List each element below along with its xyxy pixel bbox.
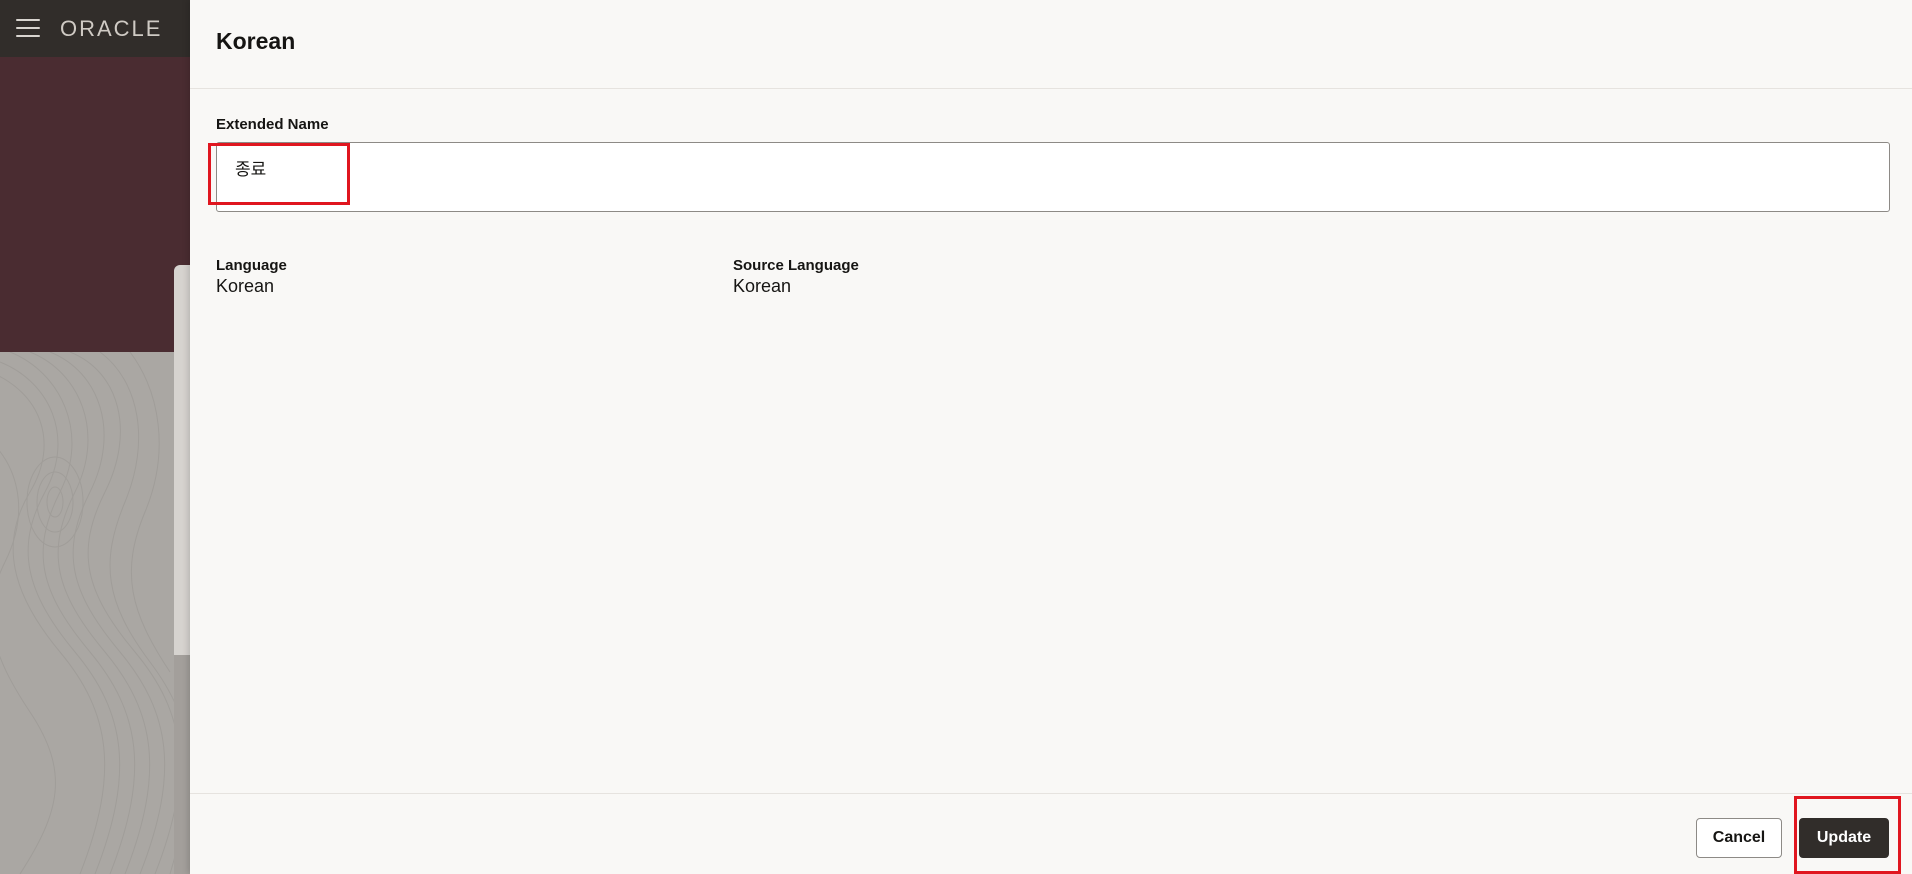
edit-translation-drawer: Korean Extended Name 종료 Language Korean … [190, 0, 1912, 874]
extended-name-input[interactable]: 종료 [216, 142, 1890, 212]
background-banner [0, 57, 190, 352]
background-card [174, 265, 190, 655]
source-language-value: Korean [733, 276, 792, 296]
drawer-footer: Cancel Update [190, 793, 1912, 874]
background-texture [0, 352, 190, 874]
extended-name-label: Extended Name [216, 116, 329, 133]
drawer-title: Korean [216, 28, 296, 54]
language-label: Language [216, 257, 287, 274]
drawer-header: Korean [190, 0, 1912, 89]
hamburger-menu-icon[interactable] [16, 19, 40, 37]
update-button[interactable]: Update [1799, 818, 1889, 858]
source-language-label: Source Language [733, 257, 859, 274]
app-topbar: ORACLE [0, 0, 190, 57]
background-card-lower [174, 655, 190, 874]
screen: ORACLE Korean Extended Name 종료 Language … [0, 0, 1912, 874]
oracle-logo[interactable]: ORACLE [60, 16, 162, 42]
language-value: Korean [216, 276, 275, 296]
cancel-button[interactable]: Cancel [1696, 818, 1782, 858]
